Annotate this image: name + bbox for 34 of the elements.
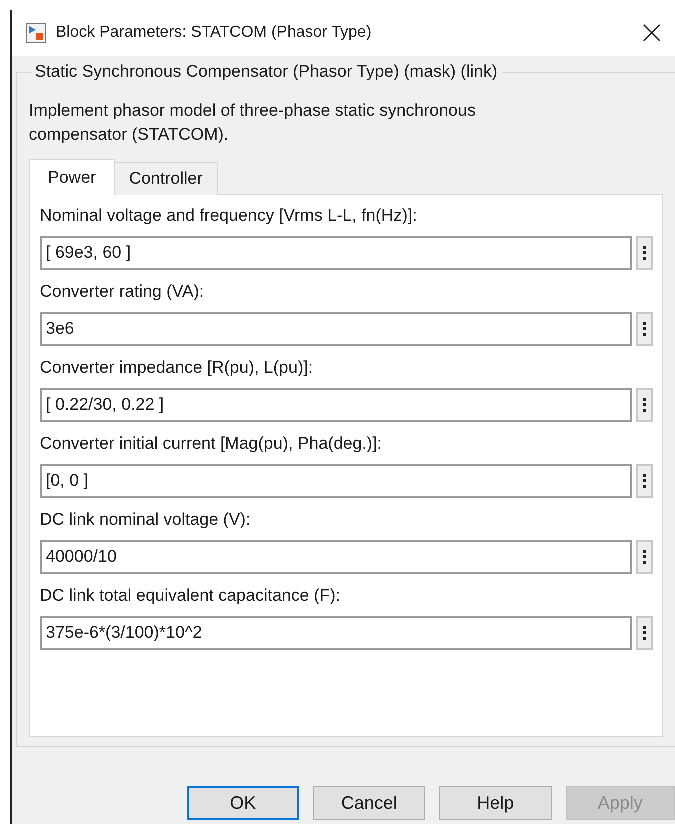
vertical-dots-icon — [642, 321, 646, 337]
input-field[interactable]: 3e6 — [40, 312, 632, 346]
vertical-dots-icon — [642, 397, 646, 413]
parameter-label: Converter rating (VA): — [40, 281, 206, 303]
vertical-dots-icon — [642, 549, 646, 565]
input-field[interactable]: [ 0.22/30, 0.22 ] — [40, 388, 632, 422]
more-options-button[interactable] — [636, 312, 653, 346]
tab[interactable]: Power — [29, 159, 116, 195]
parameter-label: DC link total equivalent capacitance (F): — [40, 585, 342, 607]
tab[interactable]: Controller — [114, 162, 218, 195]
description-text: Implement phasor model of three-phase static synchronous compensator (STATCOM). — [29, 100, 477, 146]
more-options-button[interactable] — [636, 540, 653, 574]
window-title: Block Parameters: STATCOM (Phasor Type) — [56, 24, 373, 42]
close-icon[interactable] — [643, 24, 661, 42]
dialog-button[interactable]: OK — [187, 786, 300, 820]
parameter-label: DC link nominal voltage (V): — [40, 509, 252, 531]
more-options-button[interactable] — [636, 236, 653, 270]
input-field[interactable]: 40000/10 — [40, 540, 632, 574]
more-options-button[interactable] — [636, 388, 653, 422]
parameter-label: Nominal voltage and frequency [Vrms L-L, fn(Hz)]: — [40, 205, 418, 227]
more-options-button[interactable] — [636, 464, 653, 498]
dialog-button[interactable]: Cancel — [313, 786, 426, 820]
parameter-label: Converter impedance [R(pu), L(pu)]: — [40, 357, 314, 379]
vertical-dots-icon — [642, 245, 646, 261]
block-icon — [26, 23, 46, 43]
vertical-dots-icon — [642, 625, 646, 641]
input-field[interactable]: [ 69e3, 60 ] — [40, 236, 632, 270]
group-title: Static Synchronous Compensator (Phasor Type) (mask) (link) — [31, 62, 502, 82]
dialog-button[interactable]: Help — [439, 786, 552, 820]
input-field[interactable]: 375e-6*(3/100)*10^2 — [40, 616, 632, 650]
parameter-label: Converter initial current [Mag(pu), Pha(deg.)]: — [40, 433, 384, 455]
input-field[interactable]: [0, 0 ] — [40, 464, 632, 498]
vertical-dots-icon — [642, 473, 646, 489]
more-options-button[interactable] — [636, 616, 653, 650]
